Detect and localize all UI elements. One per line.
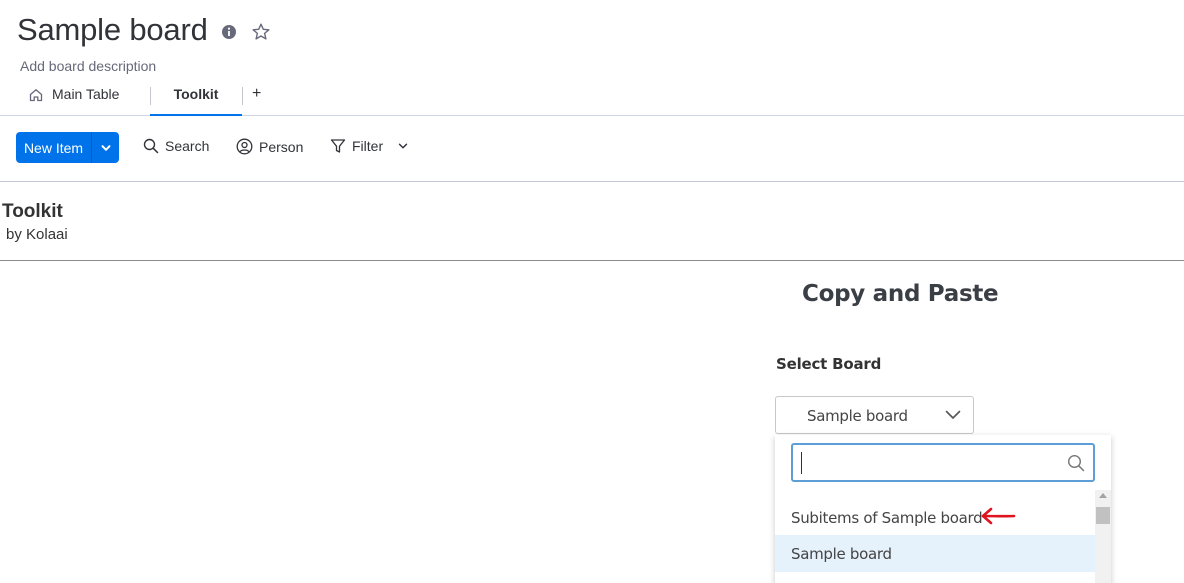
text-caret (801, 452, 802, 474)
board-select-dropdown: Subitems of Sample board Sample board (775, 435, 1111, 583)
dropdown-option-selected[interactable]: Sample board (775, 535, 1095, 572)
copy-paste-title: Copy and Paste (802, 281, 999, 307)
board-description[interactable]: Add board description (20, 58, 156, 74)
dropdown-search-input[interactable] (801, 451, 1061, 475)
search-icon (143, 138, 159, 154)
filter-label: Filter (352, 138, 384, 154)
app-author: by Kolaai (6, 226, 68, 243)
home-icon (29, 89, 43, 102)
dropdown-option[interactable]: Subitems of Sample board (775, 499, 1095, 536)
chevron-down-icon[interactable] (397, 140, 409, 152)
scrollbar-thumb[interactable] (1096, 507, 1110, 524)
dropdown-search-box[interactable] (791, 443, 1095, 482)
add-view-button[interactable]: + (252, 80, 261, 116)
tab-toolkit-label: Toolkit (173, 86, 219, 102)
tab-main-table-label: Main Table (52, 86, 120, 102)
search-label: Search (165, 138, 210, 154)
chevron-down-icon (945, 410, 961, 419)
new-item-button[interactable]: New Item (16, 132, 119, 163)
board-toolbar: New Item Search Person Filter (0, 116, 1184, 182)
new-item-dropdown-button[interactable] (92, 132, 119, 163)
app-title: Toolkit (2, 201, 63, 222)
divider (0, 260, 1184, 261)
person-icon (236, 138, 253, 155)
search-button[interactable]: Search (143, 138, 209, 154)
star-icon[interactable] (251, 22, 271, 42)
view-tabs: Main Table Toolkit + (0, 80, 1184, 116)
person-filter-button[interactable]: Person (236, 138, 303, 155)
filter-button[interactable]: Filter (330, 138, 415, 154)
board-select-value: Sample board (807, 407, 908, 425)
option-label: Subitems of Sample board (791, 508, 983, 527)
tab-toolkit[interactable]: Toolkit (150, 80, 242, 116)
filter-icon (330, 139, 346, 153)
plus-icon: + (252, 85, 262, 102)
person-label: Person (259, 138, 304, 155)
board-select[interactable]: Sample board (775, 396, 974, 434)
dropdown-scrollbar[interactable] (1095, 490, 1111, 583)
option-label: Sample board (791, 544, 892, 563)
new-item-label[interactable]: New Item (16, 132, 92, 163)
tab-divider (242, 87, 243, 105)
red-arrow-annotation (981, 507, 1016, 525)
info-icon[interactable] (221, 24, 237, 40)
board-title[interactable]: Sample board (17, 12, 208, 48)
search-icon (1067, 454, 1085, 472)
tab-main-table[interactable]: Main Table (28, 80, 119, 116)
scroll-up-arrow-icon[interactable] (1099, 493, 1107, 498)
chevron-down-icon (101, 144, 110, 151)
select-board-label: Select Board (776, 355, 882, 373)
